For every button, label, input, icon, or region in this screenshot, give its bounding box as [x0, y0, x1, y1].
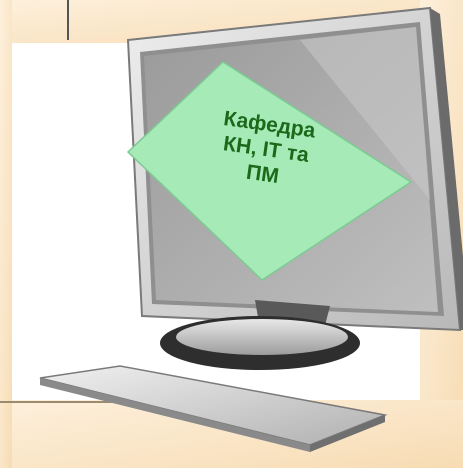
computer-illustration [0, 0, 463, 468]
illustration: Кафедра КН, ІТ та ПМ [0, 0, 463, 468]
